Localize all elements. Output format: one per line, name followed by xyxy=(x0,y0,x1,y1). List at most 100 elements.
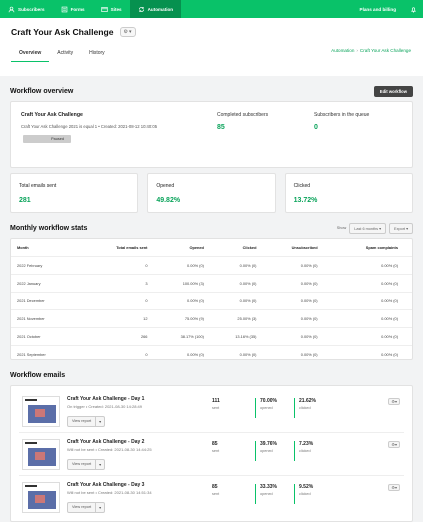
cell: 0.00% (0) xyxy=(207,256,261,275)
cell: 0 xyxy=(80,291,152,310)
nav-automation[interactable]: Automation xyxy=(129,0,182,18)
email-thumbnail[interactable] xyxy=(22,482,60,513)
cell: 266 xyxy=(80,327,152,346)
plans-billing-link[interactable]: Plans and billing xyxy=(360,7,397,12)
sent-value: 85 xyxy=(212,441,218,447)
opened-value: 39.76% xyxy=(260,441,277,447)
range-value: Last 6 months xyxy=(354,226,379,231)
clicked-label: clicked xyxy=(299,406,311,410)
clicked-value: 21.62% xyxy=(299,398,316,404)
export-button[interactable]: Export ▾ xyxy=(389,222,413,234)
stat-value: 13.72% xyxy=(293,197,318,204)
cell: 0.00% (0) xyxy=(321,344,412,364)
stat-value: 49.82% xyxy=(156,197,181,204)
tab-overview[interactable]: Overview xyxy=(11,45,50,62)
email-sub: Will not be sent • Created: 2021-08-30 1… xyxy=(67,446,152,452)
users-icon xyxy=(8,6,15,12)
chevron-down-icon[interactable]: ▾ xyxy=(95,503,104,512)
email-row: Craft Your Ask Challenge - Day 1 On trigg… xyxy=(19,390,404,433)
email-sub: On trigger • Created: 2021-08-30 14:28:4… xyxy=(67,403,143,409)
bell-icon[interactable] xyxy=(410,6,417,13)
cell: 38.17% (100) xyxy=(151,327,208,346)
table-row: 2021 December 0 0.00% (0) 0.00% (0) 0.00% (0… xyxy=(11,291,412,310)
stat-value: 281 xyxy=(19,197,31,204)
col-spam: Spam complaints xyxy=(365,245,398,250)
table-row: 2021 September 0 0.00% (0) 0.00% (0) 0.00% (… xyxy=(11,344,412,364)
clicked-label: clicked xyxy=(299,449,311,453)
cell: 13.16% (35) xyxy=(207,327,261,346)
queue-label: Subscribers in the queue xyxy=(314,112,370,118)
nav-subscribers[interactable]: Subscribers xyxy=(0,0,53,18)
col-month: Month xyxy=(17,245,29,250)
trigger-detail: is equal 1 • Created: 2021-08-12 10:40:0… xyxy=(78,124,158,129)
cell: 2021 December xyxy=(11,291,81,310)
opened-value: 33.33% xyxy=(260,484,277,490)
top-nav: Subscribers Forms Sites Automation Plans… xyxy=(0,0,423,18)
cell: 0.00% (0) xyxy=(260,309,322,328)
opened-label: opened xyxy=(260,449,273,453)
sent-label: sent xyxy=(212,492,220,496)
nav-forms[interactable]: Forms xyxy=(53,0,93,18)
cell: 75.00% (9) xyxy=(151,309,208,328)
nav-automation-label: Automation xyxy=(147,6,174,12)
view-report-button[interactable]: View report ▾ xyxy=(67,458,106,470)
nav-sites[interactable]: Sites xyxy=(93,0,130,18)
view-report-button[interactable]: View report ▾ xyxy=(67,415,106,427)
stat-label: Clicked xyxy=(293,183,311,189)
chevron-down-icon: ▾ xyxy=(129,29,132,35)
show-label: Show xyxy=(336,226,347,230)
clicked-label: clicked xyxy=(299,492,311,496)
cell: 0.00% (0) xyxy=(321,327,412,346)
email-settings-dropdown[interactable]: ⚙ ▾ xyxy=(388,441,400,448)
cell: 0.00% (0) xyxy=(151,256,208,275)
sent-label: sent xyxy=(212,406,220,410)
cell: 0.00% (0) xyxy=(321,291,412,310)
cell: 2022 January xyxy=(11,273,81,293)
cell: 0.00% (0) xyxy=(260,273,322,293)
stat-label: Total emails sent xyxy=(19,183,57,189)
clicked-rate: 9.52% clicked xyxy=(294,484,313,504)
cell: 12 xyxy=(80,309,152,328)
chevron-down-icon[interactable]: ▾ xyxy=(95,459,104,469)
sent-value: 111 xyxy=(212,398,220,404)
email-settings-dropdown[interactable]: ⚙ ▾ xyxy=(388,484,400,491)
chevron-down-icon: ▾ xyxy=(394,442,397,447)
status-label: Paused xyxy=(51,137,64,141)
email-name[interactable]: Craft Your Ask Challenge - Day 3 xyxy=(67,482,207,488)
table-row: 2021 October 266 38.17% (100) 13.16% (35) 0.… xyxy=(11,327,412,346)
opened-rate: 39.76% opened xyxy=(255,441,277,461)
cell: 0.00% (0) xyxy=(207,344,261,364)
view-report-button[interactable]: View report ▾ xyxy=(67,502,106,513)
workflow-name: Craft Your Ask Challenge xyxy=(21,112,83,118)
email-thumbnail[interactable] xyxy=(22,395,60,427)
settings-dropdown[interactable]: ⚙ ▾ xyxy=(119,27,136,37)
gear-icon: ⚙ xyxy=(123,29,128,35)
sent-value: 85 xyxy=(212,484,218,490)
cell: 3 xyxy=(80,273,152,293)
table-row: 2021 November 12 75.00% (9) 25.00% (3) 0.00%… xyxy=(11,309,412,328)
tab-activity[interactable]: Activity xyxy=(49,45,81,62)
cell: 0 xyxy=(80,256,152,275)
monthly-heading: Monthly workflow stats xyxy=(10,224,88,232)
view-report-label: View report xyxy=(72,461,92,466)
email-name[interactable]: Craft Your Ask Challenge - Day 1 xyxy=(67,396,207,402)
edit-workflow-button[interactable]: Edit workflow xyxy=(373,85,413,97)
chevron-down-icon: ▾ xyxy=(394,399,397,404)
tab-history[interactable]: History xyxy=(81,45,113,62)
nav-subscribers-label: Subscribers xyxy=(18,6,45,12)
sites-icon xyxy=(100,6,108,12)
breadcrumb-automation[interactable]: Automation xyxy=(331,48,354,53)
cell: 0.00% (0) xyxy=(321,309,412,328)
overview-card: Craft Your Ask Challenge Craft Your Ask … xyxy=(10,101,413,168)
queue-value: 0 xyxy=(314,124,318,131)
email-settings-dropdown[interactable]: ⚙ ▾ xyxy=(388,398,400,405)
cell: 2021 November xyxy=(11,309,81,328)
email-thumbnail[interactable] xyxy=(22,438,60,470)
range-select[interactable]: Last 6 months ▾ xyxy=(349,222,387,234)
sent-label: sent xyxy=(212,449,220,453)
chevron-down-icon[interactable]: ▾ xyxy=(95,416,104,426)
email-name[interactable]: Craft Your Ask Challenge - Day 2 xyxy=(67,439,207,445)
stat-opened: Opened 49.82% xyxy=(147,173,276,213)
status-toggle[interactable]: Paused xyxy=(23,135,71,143)
nav-sites-label: Sites xyxy=(110,6,122,12)
